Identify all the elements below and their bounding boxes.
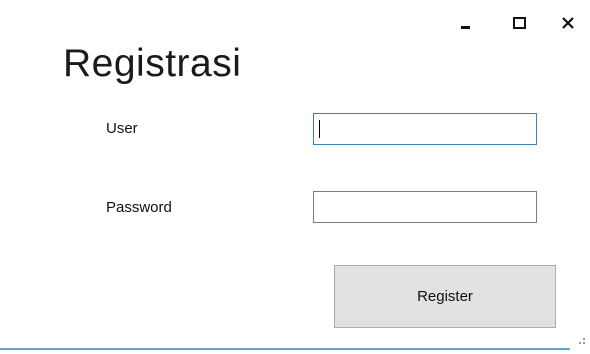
password-input[interactable] — [313, 191, 537, 223]
close-icon — [562, 17, 574, 29]
page-title: Registrasi — [63, 42, 242, 85]
close-button[interactable] — [553, 8, 583, 38]
minimize-icon — [461, 26, 470, 29]
register-button[interactable]: Register — [334, 265, 556, 328]
maximize-icon — [513, 17, 526, 29]
user-label: User — [106, 120, 138, 137]
user-input[interactable] — [313, 113, 537, 145]
text-caret — [319, 120, 320, 138]
password-label: Password — [106, 199, 172, 216]
registration-window: Registrasi User Password Register — [0, 0, 590, 354]
bottom-accent-line — [0, 348, 570, 350]
maximize-button[interactable] — [505, 8, 535, 38]
resize-grip-icon[interactable] — [576, 336, 586, 346]
minimize-button[interactable] — [451, 8, 481, 38]
register-button-label: Register — [417, 288, 473, 305]
